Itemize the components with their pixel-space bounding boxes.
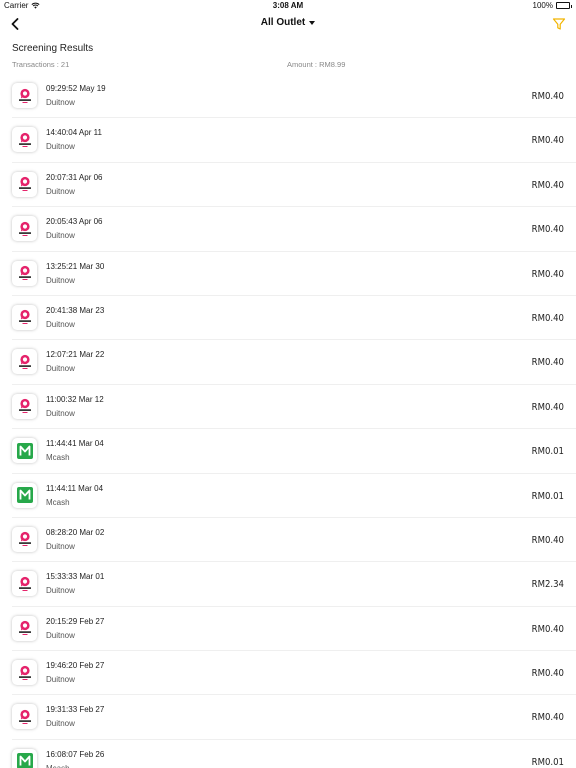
transaction-time: 11:44:11 Mar 04 [46,483,104,493]
transaction-amount: RM0.40 [531,224,564,236]
transaction-method: Duitnow [46,675,75,685]
transaction-time: 20:07:31 Apr 06 [46,172,103,182]
status-time: 3:08 AM [272,1,304,10]
transaction-row[interactable]: 11:44:41 Mar 04 Mcash RM0.01 [12,429,576,474]
screening-results-title: Screening Results [12,43,94,54]
transaction-row[interactable]: 12:07:21 Mar 22 Duitnow RM0.40 [12,340,576,385]
transaction-amount: RM0.40 [531,668,564,680]
transaction-method: Duitnow [46,186,75,196]
transaction-method: Duitnow [46,98,75,107]
duitnow-logo-icon [12,571,37,597]
back-button[interactable] [8,16,22,32]
transaction-method: Duitnow [46,319,75,329]
transactions-count: Transactions : 21 [12,60,70,69]
transaction-time: 19:31:33 Feb 27 [46,705,105,715]
duitnow-logo-icon [12,304,37,330]
transaction-amount: RM0.40 [531,268,564,280]
battery-percent: 100% [532,1,553,10]
status-bar: Carrier 3:08 AM 100% [0,0,576,12]
transaction-amount: RM0.40 [531,623,564,635]
transaction-row[interactable]: 20:05:43 Apr 06 Duitnow RM0.40 [12,207,576,252]
transaction-method: Duitnow [46,541,75,551]
duitnow-logo-icon [12,660,37,686]
transaction-time: 19:46:20 Feb 27 [46,661,105,671]
transaction-amount: RM0.40 [531,312,564,324]
transaction-time: 09:29:52 May 19 [46,84,106,93]
transaction-method: Duitnow [46,275,75,285]
transaction-method: Duitnow [46,142,75,152]
caret-down-icon [309,20,316,25]
transaction-amount: RM0.40 [531,91,564,102]
transaction-time: 16:08:07 Feb 26 [46,749,105,759]
total-amount: Amount : RM8.99 [287,60,346,69]
transaction-amount: RM0.40 [531,401,564,413]
filter-icon [552,18,566,30]
transaction-method: Duitnow [46,586,75,596]
transaction-amount: RM0.40 [531,712,564,724]
transaction-time: 08:28:20 Mar 02 [46,527,105,537]
mcash-logo-icon [12,748,37,768]
duitnow-logo-icon [12,171,37,197]
transaction-row[interactable]: 08:28:20 Mar 02 Duitnow RM0.40 [12,518,576,563]
transaction-method: Duitnow [46,630,75,640]
transaction-amount: RM0.01 [531,490,564,502]
filter-button[interactable] [552,17,566,31]
outlet-selector-label: All Outlet [260,17,306,28]
transaction-row[interactable]: 13:25:21 Mar 30 Duitnow RM0.40 [12,252,576,296]
transaction-row[interactable]: 20:41:38 Mar 23 Duitnow RM0.40 [12,296,576,341]
transaction-time: 14:40:04 Apr 11 [46,128,102,138]
transaction-method: Duitnow [46,408,75,418]
transaction-time: 20:05:43 Apr 06 [46,217,103,227]
duitnow-logo-icon [12,83,37,108]
transaction-amount: RM0.40 [531,534,564,546]
transaction-method: Duitnow [46,364,75,374]
transaction-time: 20:41:38 Mar 23 [46,305,105,315]
transaction-row[interactable]: 14:40:04 Apr 11 Duitnow RM0.40 [12,118,576,163]
chevron-left-icon [11,18,19,30]
transaction-row[interactable]: 20:15:29 Feb 27 Duitnow RM0.40 [12,607,576,652]
duitnow-logo-icon [12,349,37,375]
duitnow-logo-icon [12,216,37,242]
transaction-time: 12:07:21 Mar 22 [46,350,105,360]
transaction-method: Duitnow [46,231,75,241]
mcash-logo-icon [12,482,37,508]
transaction-amount: RM0.01 [531,756,564,768]
transaction-amount: RM2.34 [531,579,564,591]
transaction-time: 20:15:29 Feb 27 [46,616,105,626]
duitnow-logo-icon [12,526,37,552]
transaction-row[interactable]: 09:29:52 May 19 Duitnow RM0.40 [12,74,576,119]
transaction-row[interactable]: 20:07:31 Apr 06 Duitnow RM0.40 [12,163,576,208]
battery-icon [556,2,572,9]
duitnow-logo-icon [12,704,37,730]
transaction-time: 13:25:21 Mar 30 [46,261,105,271]
transaction-time: 11:00:32 Mar 12 [46,394,104,404]
transaction-method: Mcash [46,497,70,507]
transaction-amount: RM0.40 [531,179,564,191]
transaction-time: 15:33:33 Mar 01 [46,572,105,582]
transaction-row[interactable]: 15:33:33 Mar 01 Duitnow RM2.34 [12,562,576,607]
outlet-selector[interactable]: All Outlet [260,17,316,28]
transaction-method: Mcash [46,764,70,768]
transaction-amount: RM0.40 [531,357,564,369]
transaction-row[interactable]: 19:46:20 Feb 27 Duitnow RM0.40 [12,651,576,696]
transaction-row[interactable]: 11:44:11 Mar 04 Mcash RM0.01 [12,474,576,518]
mcash-logo-icon [12,438,37,464]
nav-bar: All Outlet [0,12,576,38]
duitnow-logo-icon [12,615,37,641]
transaction-amount: RM0.40 [531,135,564,147]
duitnow-logo-icon [12,127,37,153]
transaction-row[interactable]: 11:00:32 Mar 12 Duitnow RM0.40 [12,385,576,430]
battery-indicator: 100% [532,1,572,10]
transaction-amount: RM0.01 [531,446,564,458]
duitnow-logo-icon [12,260,37,286]
transaction-row[interactable]: 19:31:33 Feb 27 Duitnow RM0.40 [12,695,576,740]
duitnow-logo-icon [12,393,37,419]
transaction-list: 09:29:52 May 19 Duitnow RM0.40 14:40:04 Apr… [0,74,576,768]
transaction-method: Mcash [46,453,70,463]
transaction-method: Duitnow [46,719,75,729]
transaction-row[interactable]: 16:08:07 Feb 26 Mcash RM0.01 [12,740,576,768]
transaction-time: 11:44:41 Mar 04 [46,439,104,449]
